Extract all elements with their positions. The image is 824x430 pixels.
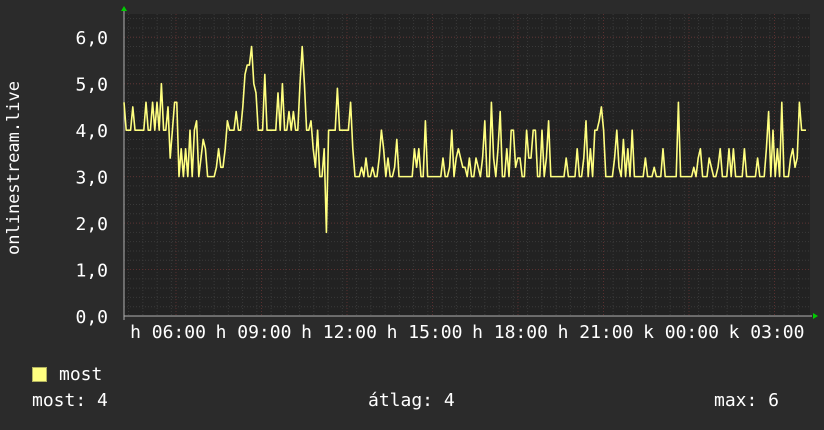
y-tick-label: 1,0 xyxy=(75,261,108,282)
stat-current: most: 4 xyxy=(32,390,108,411)
y-tick-labels: 0,0 1,0 2,0 3,0 4,0 5,0 6,0 xyxy=(75,28,108,328)
y-axis-arrow xyxy=(121,6,127,11)
chart-canvas: 0,0 1,0 2,0 3,0 4,0 5,0 6,0 h 06:00 h 09:00 h 12… xyxy=(4,6,818,343)
y-axis-label: onlinestream.live xyxy=(4,81,24,255)
legend-swatch xyxy=(32,366,47,382)
x-tick-label: h 18:00 xyxy=(472,322,548,343)
x-tick-label: h 15:00 xyxy=(387,322,463,343)
x-tick-label: h 12:00 xyxy=(301,322,377,343)
x-tick-label: h 21:00 xyxy=(558,322,634,343)
y-tick-label: 0,0 xyxy=(75,307,108,328)
x-tick-label: k 00:00 xyxy=(643,322,719,343)
legend: most xyxy=(32,362,102,386)
x-tick-label: k 03:00 xyxy=(729,322,805,343)
x-axis-arrow xyxy=(813,313,818,319)
x-tick-labels: h 06:00 h 09:00 h 12:00 h 15:00 h 18:00 h 21:… xyxy=(130,322,804,343)
y-tick-label: 4,0 xyxy=(75,121,108,142)
chart: 0,0 1,0 2,0 3,0 4,0 5,0 6,0 h 06:00 h 09:00 h 12… xyxy=(0,0,824,430)
y-tick-label: 5,0 xyxy=(75,75,108,96)
stat-average: átlag: 4 xyxy=(368,390,455,411)
legend-label: most xyxy=(59,363,103,385)
y-tick-label: 2,0 xyxy=(75,214,108,235)
y-tick-label: 6,0 xyxy=(75,28,108,49)
plot-background xyxy=(124,14,810,316)
x-tick-label: h 09:00 xyxy=(216,322,292,343)
y-tick-label: 3,0 xyxy=(75,168,108,189)
stat-max: max: 6 xyxy=(714,390,780,411)
x-tick-label: h 06:00 xyxy=(130,322,206,343)
